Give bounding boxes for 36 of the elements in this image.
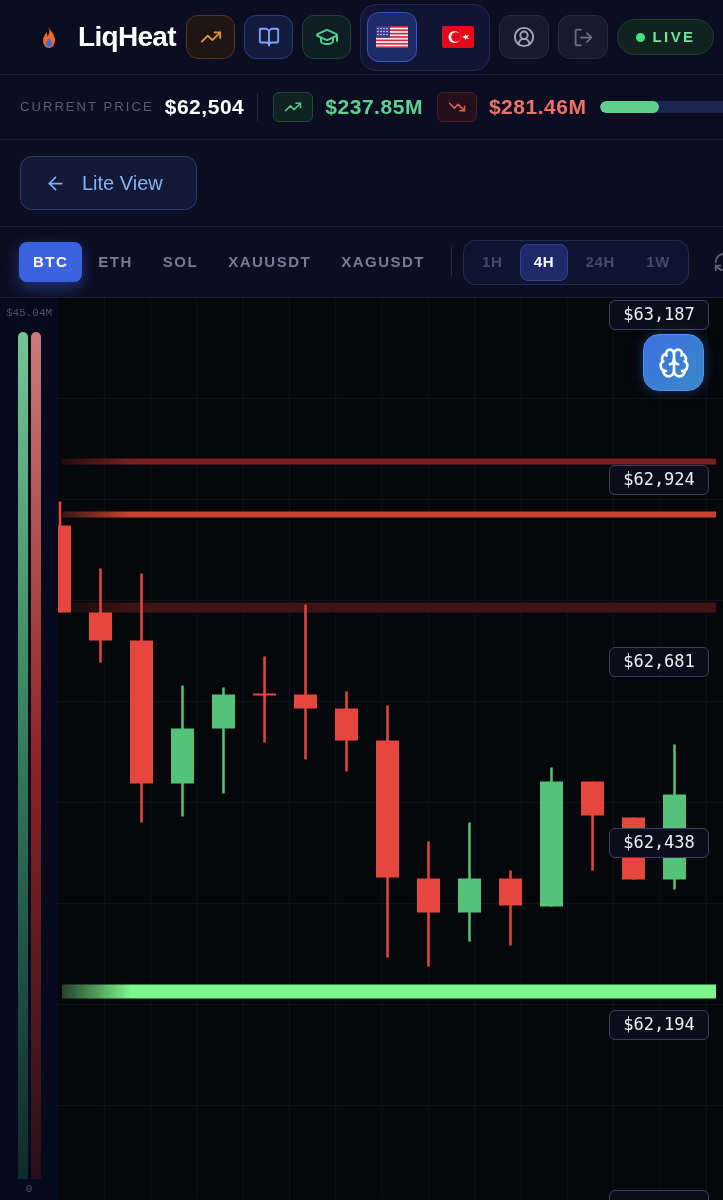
long-liquidations-value: $237.85M — [325, 94, 423, 121]
price-axis-label: $62,438 — [609, 828, 709, 858]
logout-icon — [572, 26, 594, 48]
symbol-tab[interactable]: BTC — [19, 242, 83, 282]
book-icon — [257, 26, 280, 48]
symbol-tab[interactable]: XAUUSDT — [214, 242, 326, 282]
user-icon — [513, 26, 535, 48]
live-label: LIVE — [652, 26, 696, 47]
price-axis-label: $62,924 — [609, 465, 709, 495]
lite-view-button[interactable]: Lite View — [20, 156, 197, 210]
price-axis-label: $62,681 — [609, 646, 709, 677]
scale-min-label: 0 — [25, 1182, 33, 1196]
current-price-value: $62,504 — [164, 94, 245, 121]
symbol-tab[interactable]: SOL — [148, 242, 213, 282]
language-button[interactable] — [367, 12, 417, 62]
symbol-tab[interactable]: XAGUSDT — [327, 242, 440, 282]
academy-button[interactable] — [302, 15, 351, 59]
short-liquidations-value: $281.46M — [488, 94, 587, 121]
timeframe-tab[interactable]: 4H — [519, 243, 569, 281]
trend-up-icon — [273, 92, 314, 122]
trend-chart-button[interactable] — [186, 15, 235, 59]
guide-button[interactable] — [244, 15, 293, 59]
flame-logo-icon — [42, 26, 56, 48]
brand-name: LiqHeat — [78, 20, 176, 54]
brain-icon — [657, 346, 690, 379]
price-axis-label: $63,187 — [609, 300, 709, 330]
current-price-label: CURRENT PRICE — [20, 98, 154, 117]
profile-button[interactable] — [499, 15, 549, 59]
scale-max-label: $45.04M — [5, 306, 53, 320]
trend-down-icon — [436, 92, 477, 122]
us-flag-icon — [376, 26, 408, 48]
brain-button[interactable] — [643, 334, 704, 391]
turkey-flag-icon — [442, 26, 474, 48]
price-axis-label: $62,194 — [609, 1009, 709, 1040]
symbol-tab[interactable]: ETH — [84, 242, 147, 282]
logout-button[interactable] — [558, 15, 608, 59]
